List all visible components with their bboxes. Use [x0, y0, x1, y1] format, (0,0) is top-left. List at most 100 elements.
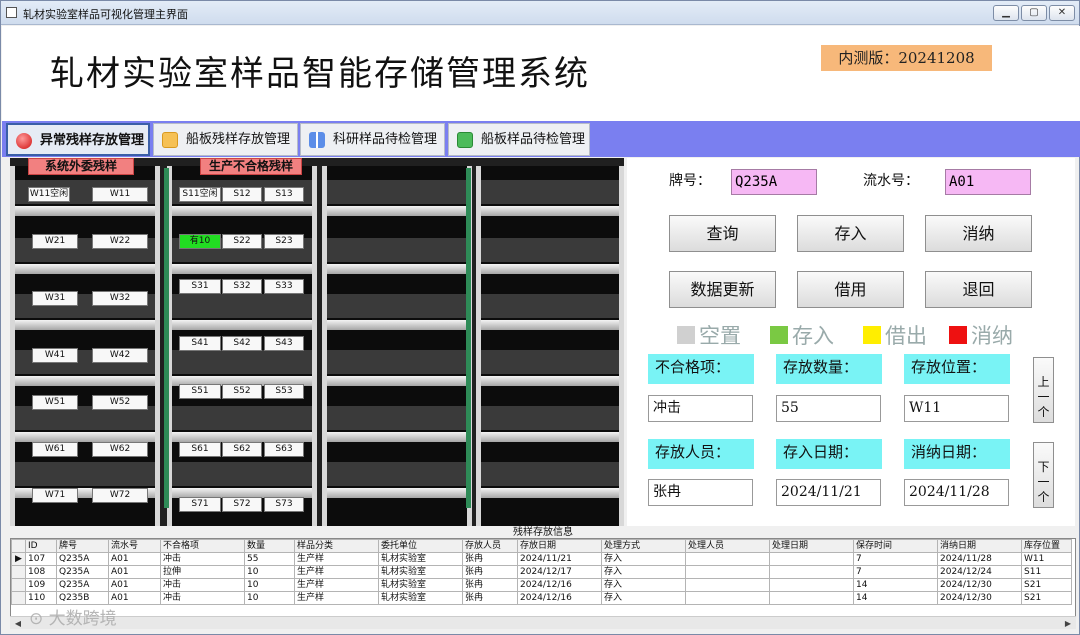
table-cell[interactable]: 张冉 — [462, 591, 518, 605]
shelf-slot-col1-3[interactable]: W22 — [92, 234, 148, 249]
table-cell[interactable]: A01 — [108, 591, 161, 605]
table-row[interactable]: 108 Q235A A01 拉伸 10 生产样 轧材实验室 张冉 2024/12/17 存入 7 20… — [11, 565, 1072, 579]
column-header[interactable]: 处理人员 — [685, 539, 770, 553]
row-selector[interactable] — [11, 565, 26, 579]
consume-date-field[interactable]: 2024/11/28 — [904, 479, 1009, 506]
column-header[interactable]: 库存位置 — [1021, 539, 1072, 553]
close-button[interactable]: ✕ — [1049, 5, 1075, 21]
defect-field[interactable]: 冲击 — [648, 395, 753, 422]
table-cell[interactable] — [769, 552, 854, 566]
table-cell[interactable]: 存入 — [601, 578, 686, 592]
table-cell[interactable]: 轧材实验室 — [378, 565, 463, 579]
table-cell[interactable]: 109 — [25, 578, 57, 592]
shelf-slot-col2-11[interactable]: S43 — [264, 336, 304, 351]
brand-input[interactable]: Q235A — [731, 169, 817, 195]
table-cell[interactable]: 2024/12/16 — [517, 578, 602, 592]
shelf-slot-col1-12[interactable]: W71 — [32, 488, 78, 503]
table-cell[interactable]: Q235B — [56, 591, 109, 605]
person-field[interactable]: 张冉 — [648, 479, 753, 506]
table-row[interactable]: 110 Q235B A01 冲击 10 生产样 轧材实验室 张冉 2024/12/16 存入 14 2… — [11, 591, 1072, 605]
table-cell[interactable]: 2024/12/30 — [937, 591, 1022, 605]
table-cell[interactable]: 2024/12/24 — [937, 565, 1022, 579]
column-header[interactable]: 牌号 — [56, 539, 109, 553]
table-cell[interactable]: 7 — [853, 565, 938, 579]
table-cell[interactable] — [769, 578, 854, 592]
shelf-slot-col2-6[interactable]: S31 — [179, 279, 221, 294]
table-cell[interactable]: 冲击 — [160, 552, 245, 566]
maximize-button[interactable]: ▢ — [1021, 5, 1047, 21]
shelf-slot-col2-19[interactable]: S72 — [222, 497, 262, 512]
shelf-slot-col2-16[interactable]: S62 — [222, 442, 262, 457]
next-button[interactable]: 下一个 — [1033, 442, 1054, 508]
shelf-slot-col2-17[interactable]: S63 — [264, 442, 304, 457]
shelf-slot-col2-9[interactable]: S41 — [179, 336, 221, 351]
scroll-right-icon[interactable]: ▶ — [1061, 618, 1075, 629]
return-button[interactable]: 退回 — [925, 271, 1032, 308]
column-header[interactable]: 存放人员 — [462, 539, 518, 553]
tab-shipplate-pending[interactable]: 船板样品待检管理 — [448, 123, 590, 156]
shelf-slot-col1-10[interactable]: W61 — [32, 442, 78, 457]
query-button[interactable]: 查询 — [669, 215, 776, 252]
table-cell[interactable]: 冲击 — [160, 591, 245, 605]
shelf-slot-col1-11[interactable]: W62 — [92, 442, 148, 457]
consume-button[interactable]: 消纳 — [925, 215, 1032, 252]
table-cell[interactable]: 10 — [244, 591, 295, 605]
scroll-left-icon[interactable]: ◀ — [11, 618, 25, 629]
shelf-slot-col2-1[interactable]: S12 — [222, 187, 262, 202]
column-header[interactable]: 保存时间 — [853, 539, 938, 553]
column-header[interactable]: 样品分类 — [294, 539, 379, 553]
shelf-slot-col1-2[interactable]: W21 — [32, 234, 78, 249]
table-cell[interactable]: 110 — [25, 591, 57, 605]
table-cell[interactable]: 生产样 — [294, 552, 379, 566]
shelf-slot-col2-4[interactable]: S22 — [222, 234, 262, 249]
table-cell[interactable]: A01 — [108, 565, 161, 579]
shelf-slot-col2-5[interactable]: S23 — [264, 234, 304, 249]
shelf-slot-col1-8[interactable]: W51 — [32, 395, 78, 410]
table-cell[interactable]: 55 — [244, 552, 295, 566]
tab-abnormal-sample[interactable]: 异常残样存放管理 — [6, 123, 150, 156]
column-header[interactable]: 不合格项 — [160, 539, 245, 553]
quantity-field[interactable]: 55 — [776, 395, 881, 422]
shelf-slot-col2-20[interactable]: S73 — [264, 497, 304, 512]
table-cell[interactable]: 14 — [853, 591, 938, 605]
table-cell[interactable] — [685, 578, 770, 592]
shelf-slot-col2-12[interactable]: S51 — [179, 384, 221, 399]
table-cell[interactable]: S21 — [1021, 578, 1072, 592]
location-field[interactable]: W11 — [904, 395, 1009, 422]
table-cell[interactable]: A01 — [108, 552, 161, 566]
shelf-slot-col1-9[interactable]: W52 — [92, 395, 148, 410]
shelf-slot-col2-0[interactable]: S11空闲 — [179, 187, 221, 202]
shelf-slot-col2-8[interactable]: S33 — [264, 279, 304, 294]
store-date-field[interactable]: 2024/11/21 — [776, 479, 881, 506]
borrow-button[interactable]: 借用 — [797, 271, 904, 308]
table-row[interactable]: 109 Q235A A01 冲击 10 生产样 轧材实验室 张冉 2024/12/16 存入 14 2… — [11, 578, 1072, 592]
table-cell[interactable]: A01 — [108, 578, 161, 592]
column-header[interactable]: 处理日期 — [769, 539, 854, 553]
table-cell[interactable]: S21 — [1021, 591, 1072, 605]
column-header[interactable]: 存放日期 — [517, 539, 602, 553]
shelf-slot-col2-13[interactable]: S52 — [222, 384, 262, 399]
table-cell[interactable]: 轧材实验室 — [378, 591, 463, 605]
table-cell[interactable]: 轧材实验室 — [378, 552, 463, 566]
shelf-slot-col2-15[interactable]: S61 — [179, 442, 221, 457]
refresh-button[interactable]: 数据更新 — [669, 271, 776, 308]
tab-research-sample[interactable]: 科研样品待检管理 — [300, 123, 445, 156]
table-cell[interactable]: 生产样 — [294, 565, 379, 579]
shelf-slot-col1-4[interactable]: W31 — [32, 291, 78, 306]
table-cell[interactable]: 存入 — [601, 552, 686, 566]
table-cell[interactable]: W11 — [1021, 552, 1072, 566]
table-cell[interactable]: 2024/11/28 — [937, 552, 1022, 566]
table-cell[interactable]: Q235A — [56, 565, 109, 579]
table-cell[interactable] — [685, 565, 770, 579]
table-cell[interactable]: 拉伸 — [160, 565, 245, 579]
table-cell[interactable]: 轧材实验室 — [378, 578, 463, 592]
shelf-slot-col2-7[interactable]: S32 — [222, 279, 262, 294]
title-bar[interactable]: 轧材实验室样品可视化管理主界面 ▁ ▢ ✕ — [1, 1, 1079, 25]
shelf-slot-col2-10[interactable]: S42 — [222, 336, 262, 351]
column-header[interactable]: 委托单位 — [378, 539, 463, 553]
table-cell[interactable]: S11 — [1021, 565, 1072, 579]
row-selector[interactable]: ▶ — [11, 552, 26, 566]
column-header[interactable]: ID — [25, 539, 57, 553]
table-cell[interactable]: 生产样 — [294, 591, 379, 605]
shelf-slot-col1-5[interactable]: W32 — [92, 291, 148, 306]
